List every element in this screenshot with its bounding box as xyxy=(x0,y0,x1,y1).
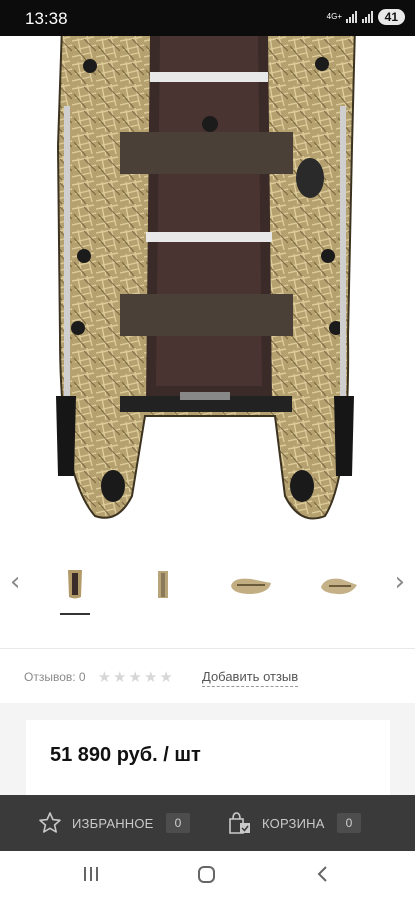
status-time: 13:38 xyxy=(25,9,68,28)
network-type: 4G+ xyxy=(326,12,342,21)
product-image[interactable] xyxy=(0,25,415,536)
reviews-count: Отзывов: 0 xyxy=(24,670,86,684)
bottom-action-bar: ИЗБРАННОЕ 0 КОРЗИНА 0 xyxy=(0,795,415,851)
chevron-right-icon[interactable]: › xyxy=(395,567,405,597)
add-review-link[interactable]: Добавить отзыв xyxy=(202,669,299,687)
system-nav-bar xyxy=(0,851,415,899)
price-card: 51 890 руб. / шт xyxy=(26,720,390,802)
favorites-count-badge: 0 xyxy=(165,813,191,833)
product-price: 51 890 руб. / шт xyxy=(50,744,201,766)
chevron-left-icon[interactable]: ‹ xyxy=(10,567,20,597)
gallery-thumb-1[interactable] xyxy=(50,565,100,615)
image-gallery: ‹ › xyxy=(0,555,415,615)
cart-count-badge: 0 xyxy=(336,813,362,833)
recent-apps-icon[interactable] xyxy=(82,863,100,890)
star-icon: ★ xyxy=(97,668,112,686)
star-icon: ★ xyxy=(159,668,173,686)
status-bar: 13:38 4G+ 41 xyxy=(0,0,415,36)
signal-icon-2 xyxy=(361,11,373,23)
inflatable-boat-photo xyxy=(56,25,357,520)
favorites-button[interactable]: ИЗБРАННОЕ 0 xyxy=(38,795,191,851)
shopping-bag-icon xyxy=(226,810,252,836)
rating-stars: ★ ★ ★ ★ ★ xyxy=(98,668,173,686)
star-outline-icon xyxy=(38,811,62,835)
signal-icon xyxy=(345,11,357,23)
battery-indicator: 41 xyxy=(377,9,405,25)
cart-label: КОРЗИНА xyxy=(262,815,325,831)
star-icon: ★ xyxy=(128,668,142,686)
status-icons: 4G+ 41 xyxy=(327,9,405,25)
divider xyxy=(0,648,415,649)
gallery-thumb-4[interactable] xyxy=(314,565,364,605)
gallery-thumb-2[interactable] xyxy=(138,565,188,605)
reviews-row: Отзывов: 0 ★ ★ ★ ★ ★ xyxy=(24,668,173,686)
star-icon: ★ xyxy=(113,668,127,686)
home-icon[interactable] xyxy=(197,863,217,890)
star-icon: ★ xyxy=(143,668,158,686)
back-icon[interactable] xyxy=(316,863,330,890)
favorites-label: ИЗБРАННОЕ xyxy=(72,815,154,831)
gallery-thumb-3[interactable] xyxy=(226,565,276,605)
cart-button[interactable]: КОРЗИНА 0 xyxy=(226,795,362,851)
